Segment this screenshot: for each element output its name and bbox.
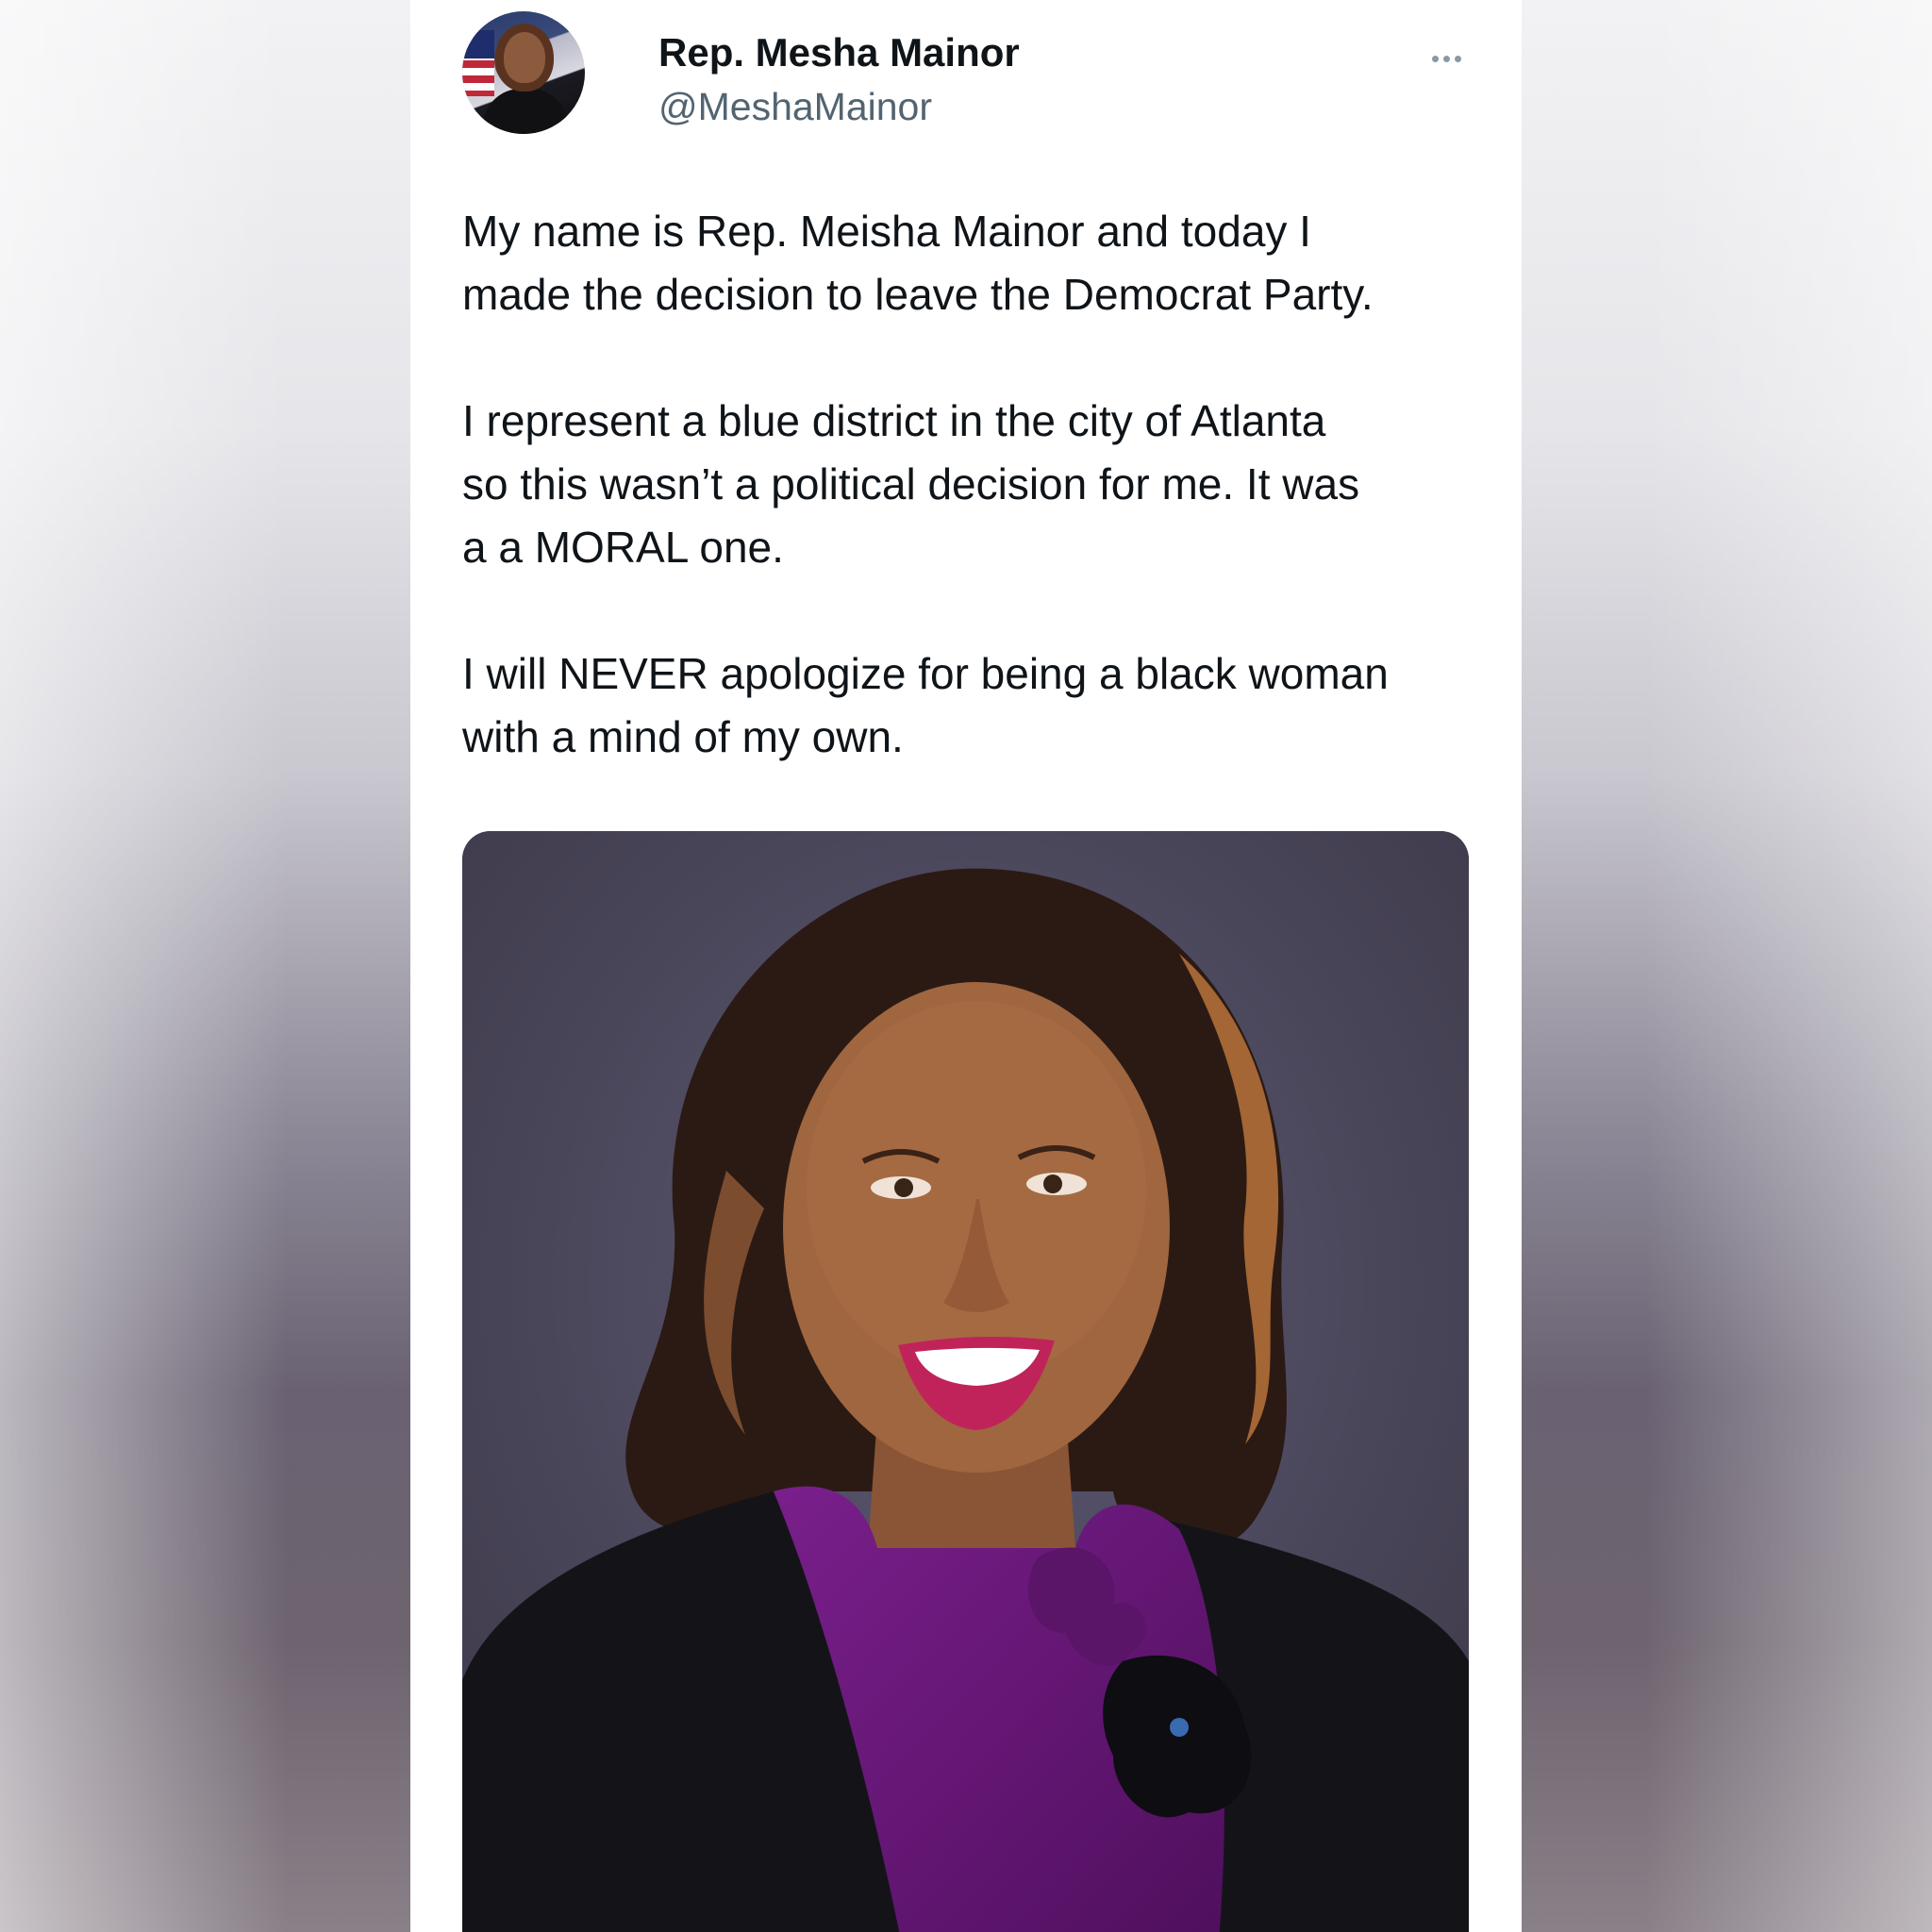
tweet-text: My name is Rep. Meisha Mainor and today … — [462, 200, 1481, 769]
tweet-paragraph: My name is Rep. Meisha Mainor and today … — [462, 207, 1374, 319]
right-iris — [1043, 1174, 1062, 1193]
display-name[interactable]: Rep. Mesha Mainor — [658, 30, 1020, 75]
dot-icon — [1442, 55, 1450, 62]
left-iris — [894, 1178, 913, 1197]
user-handle[interactable]: @MeshaMainor — [658, 85, 932, 129]
tweet-paragraph: I represent a blue district in the city … — [462, 396, 1360, 572]
tweet-header: Rep. Mesha Mainor @MeshaMainor — [462, 11, 1470, 134]
background-left — [0, 0, 410, 1932]
tweet-paragraph: I will NEVER apologize for being a black… — [462, 649, 1389, 761]
background-right — [1522, 0, 1932, 1932]
tweet-card: Rep. Mesha Mainor @MeshaMainor My name i… — [410, 0, 1522, 1932]
avatar-body — [483, 89, 568, 134]
tweet-photo[interactable] — [462, 831, 1469, 1932]
flag-canton — [462, 30, 494, 58]
avatar-head — [504, 32, 545, 83]
more-options-icon[interactable] — [1423, 40, 1470, 77]
profile-avatar[interactable] — [462, 11, 585, 134]
face-highlight — [807, 1001, 1146, 1378]
brooch-gem — [1170, 1718, 1189, 1737]
dot-icon — [1454, 55, 1461, 62]
dot-icon — [1431, 55, 1439, 62]
portrait-illustration — [462, 831, 1469, 1932]
